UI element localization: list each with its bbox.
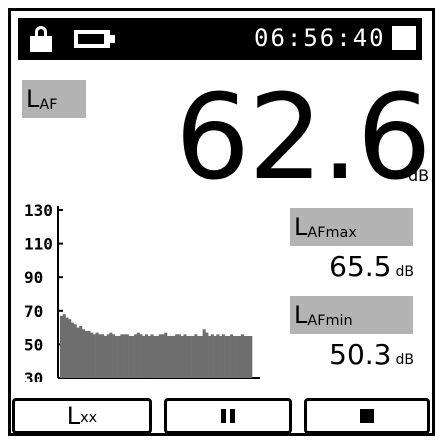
- level-bar: [197, 336, 201, 378]
- y-tick-label: 30: [24, 369, 43, 382]
- level-bar: [81, 329, 85, 378]
- level-bar: [134, 334, 138, 378]
- level-bar: [70, 322, 75, 378]
- level-bar: [172, 336, 176, 378]
- y-tick-label: 90: [24, 268, 43, 287]
- level-bar: [150, 334, 154, 378]
- lafmin-value: 50.3 dB: [329, 338, 414, 371]
- y-tick-label: 50: [24, 335, 43, 354]
- level-bar: [246, 336, 250, 378]
- level-bar: [112, 334, 116, 378]
- lafmax-label: LAFmax: [290, 208, 413, 246]
- level-bar: [186, 336, 190, 378]
- level-bar: [73, 324, 77, 378]
- level-bar: [95, 332, 99, 378]
- lafmin-label: LAFmin: [290, 296, 413, 334]
- main-level-unit: dB: [408, 166, 430, 185]
- level-bar: [219, 336, 223, 378]
- level-bar: [213, 336, 217, 378]
- level-bar: [139, 334, 143, 378]
- level-bar: [98, 334, 102, 378]
- level-bar: [230, 334, 234, 378]
- level-bar: [235, 336, 239, 378]
- level-bar: [205, 332, 209, 378]
- stop-indicator-icon: [392, 26, 416, 50]
- level-bar: [180, 336, 184, 378]
- level-bar: [191, 336, 195, 378]
- level-bar: [131, 336, 135, 378]
- level-bar: [79, 325, 83, 378]
- battery-icon: [74, 30, 115, 48]
- level-bar: [142, 336, 146, 378]
- level-bar: [224, 336, 228, 378]
- level-bar: [136, 332, 140, 378]
- level-bar: [65, 317, 69, 378]
- level-bar: [169, 336, 173, 378]
- level-bar: [158, 334, 162, 378]
- level-bar: [221, 334, 225, 378]
- main-parameter-label: LAF: [22, 80, 86, 118]
- level-bar: [188, 336, 192, 378]
- level-bar: [120, 334, 124, 378]
- level-bar: [161, 334, 165, 378]
- level-bar: [156, 336, 160, 378]
- level-bar: [164, 332, 168, 378]
- level-bar: [60, 315, 64, 378]
- level-bar: [76, 327, 80, 378]
- level-bar: [183, 334, 187, 378]
- level-bar: [177, 334, 181, 378]
- level-bar: [103, 336, 107, 378]
- level-bar: [109, 332, 113, 378]
- level-bar: [90, 332, 94, 378]
- level-bar: [166, 336, 171, 378]
- level-bar: [68, 319, 72, 378]
- level-bar: [128, 336, 132, 378]
- level-bar: [208, 336, 212, 378]
- lafmax-value: 65.5 dB: [329, 250, 414, 283]
- level-bar: [92, 334, 96, 378]
- lock-icon: [30, 26, 52, 52]
- y-tick-label: 130: [24, 202, 53, 220]
- status-bar: 06:56:40: [18, 18, 422, 60]
- level-bar: [249, 336, 253, 378]
- level-bar: [114, 336, 118, 378]
- level-bar: [238, 336, 242, 378]
- level-bar: [241, 334, 245, 378]
- level-bar: [243, 336, 247, 378]
- level-bar: [62, 314, 66, 378]
- level-bar: [106, 334, 110, 378]
- pause-button[interactable]: [164, 398, 292, 434]
- level-bar: [145, 334, 149, 378]
- level-bar: [87, 330, 91, 378]
- level-bar: [194, 334, 198, 378]
- level-bar: [232, 336, 236, 378]
- level-bar: [199, 336, 203, 378]
- clock-time: 06:56:40: [254, 24, 386, 52]
- level-bar: [84, 330, 88, 378]
- y-tick-label: 70: [24, 302, 43, 321]
- main-level-value: 62.6: [175, 68, 432, 206]
- level-bar: [123, 334, 127, 378]
- level-bar: [153, 336, 157, 378]
- level-bar: [147, 336, 151, 378]
- stop-button[interactable]: [304, 398, 430, 434]
- lxx-button[interactable]: Lxx: [12, 398, 152, 434]
- level-bar: [202, 329, 206, 378]
- level-bar: [125, 334, 129, 378]
- stop-icon: [360, 409, 374, 423]
- y-tick-label: 110: [24, 235, 53, 254]
- pause-icon: [221, 409, 235, 423]
- level-history-chart: 130 110 90 70 50 30: [24, 202, 260, 382]
- level-bar: [227, 336, 231, 378]
- level-bar: [175, 334, 179, 378]
- level-bar: [216, 334, 220, 378]
- level-bar: [117, 336, 121, 378]
- level-bar: [210, 334, 214, 378]
- level-bar: [101, 334, 105, 378]
